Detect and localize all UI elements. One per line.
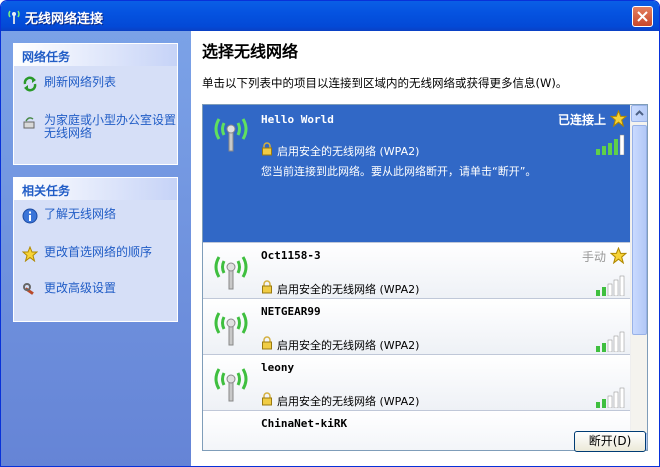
security-text: 启用安全的无线网络 (WPA2)	[277, 145, 420, 158]
wireless-connection-window: 无线网络连接 网络任务 刷新网络列表 为家庭或小型办公室设置无线网络 相关任务 …	[0, 0, 660, 467]
network-ssid: ChinaNet-kiRK	[261, 417, 348, 430]
network-ssid: NETGEAR99	[261, 305, 321, 318]
close-icon	[637, 11, 648, 22]
wireless-antenna-icon	[214, 368, 248, 402]
setup-home-network-label: 为家庭或小型办公室设置无线网络	[44, 113, 177, 140]
network-tasks-header: 网络任务	[14, 44, 177, 66]
network-ssid: Oct1158-3	[261, 249, 321, 262]
wireless-antenna-icon	[214, 256, 248, 290]
network-list[interactable]: Hello World 已连接上 启用安全的无线网络 (WPA2) 您当前连接到…	[202, 104, 648, 451]
refresh-icon	[23, 76, 37, 92]
refresh-network-list-label: 刷新网络列表	[44, 75, 117, 89]
network-item-netgear99[interactable]: NETGEAR99 启用安全的无线网络 (WPA2)	[203, 298, 631, 354]
refresh-network-list-link[interactable]: 刷新网络列表	[14, 76, 177, 102]
star-icon	[610, 247, 627, 264]
chevron-up-icon	[635, 110, 644, 116]
network-setup-icon	[23, 117, 35, 129]
network-item-hello-world[interactable]: Hello World 已连接上 启用安全的无线网络 (WPA2) 您当前连接到…	[203, 105, 631, 242]
wireless-antenna-icon	[214, 118, 248, 152]
network-list-content: Hello World 已连接上 启用安全的无线网络 (WPA2) 您当前连接到…	[203, 105, 631, 450]
security-text: 启用安全的无线网络 (WPA2)	[277, 339, 420, 352]
change-advanced-settings-link[interactable]: 更改高级设置	[14, 282, 177, 308]
network-list-scrollbar[interactable]	[630, 105, 647, 450]
lock-icon	[262, 142, 272, 156]
related-tasks-panel: 相关任务 了解无线网络 更改首选网络的顺序 更改高级设置	[13, 177, 178, 322]
scroll-thumb[interactable]	[632, 125, 647, 335]
setup-home-network-link[interactable]: 为家庭或小型办公室设置无线网络	[14, 114, 177, 144]
star-icon	[22, 246, 38, 262]
lock-icon	[262, 336, 272, 350]
related-tasks-header: 相关任务	[14, 178, 177, 200]
wireless-antenna-icon	[214, 312, 248, 346]
connection-status: 手动	[581, 250, 606, 264]
security-text: 启用安全的无线网络 (WPA2)	[277, 283, 420, 296]
network-item-chinanet[interactable]: ChinaNet-kiRK	[203, 410, 631, 450]
connection-status: 已连接上	[557, 113, 606, 127]
signal-strength-icon	[596, 275, 625, 296]
network-ssid: leony	[261, 361, 295, 374]
signal-strength-icon	[596, 387, 625, 408]
page-title: 选择无线网络	[202, 42, 299, 61]
change-advanced-settings-label: 更改高级设置	[44, 281, 117, 295]
page-description: 单击以下列表中的项目以连接到区域内的无线网络或获得更多信息(W)。	[202, 76, 568, 90]
info-icon	[22, 208, 38, 224]
lock-icon	[262, 392, 272, 406]
title-bar[interactable]: 无线网络连接	[1, 1, 659, 31]
star-icon	[610, 110, 627, 127]
change-preferred-order-label: 更改首选网络的顺序	[44, 245, 153, 259]
network-item-leony[interactable]: leony 启用安全的无线网络 (WPA2)	[203, 354, 631, 410]
network-ssid: Hello World	[261, 113, 334, 126]
main-pane: 选择无线网络 单击以下列表中的项目以连接到区域内的无线网络或获得更多信息(W)。…	[191, 31, 659, 466]
disconnect-button[interactable]: 断开(D)	[574, 431, 646, 452]
settings-tools-icon	[23, 283, 34, 295]
task-pane: 网络任务 刷新网络列表 为家庭或小型办公室设置无线网络 相关任务 了解无线网络 …	[1, 31, 191, 466]
lock-icon	[262, 280, 272, 294]
network-item-oct1158[interactable]: Oct1158-3 手动 启用安全的无线网络 (WPA2)	[203, 242, 631, 298]
learn-wireless-link[interactable]: 了解无线网络	[14, 208, 177, 234]
signal-strength-icon	[596, 331, 625, 352]
change-preferred-order-link[interactable]: 更改首选网络的顺序	[14, 246, 177, 272]
signal-strength-icon	[596, 134, 625, 155]
network-tasks-panel: 网络任务 刷新网络列表 为家庭或小型办公室设置无线网络	[13, 43, 178, 165]
wireless-icon	[8, 10, 20, 24]
security-text: 启用安全的无线网络 (WPA2)	[277, 395, 420, 408]
window-title: 无线网络连接	[25, 12, 104, 27]
close-button[interactable]	[632, 6, 653, 27]
connection-note: 您当前连接到此网络。要从此网络断开，请单击“断开”。	[261, 165, 537, 178]
learn-wireless-label: 了解无线网络	[44, 207, 117, 221]
scroll-up-button[interactable]	[631, 105, 647, 122]
